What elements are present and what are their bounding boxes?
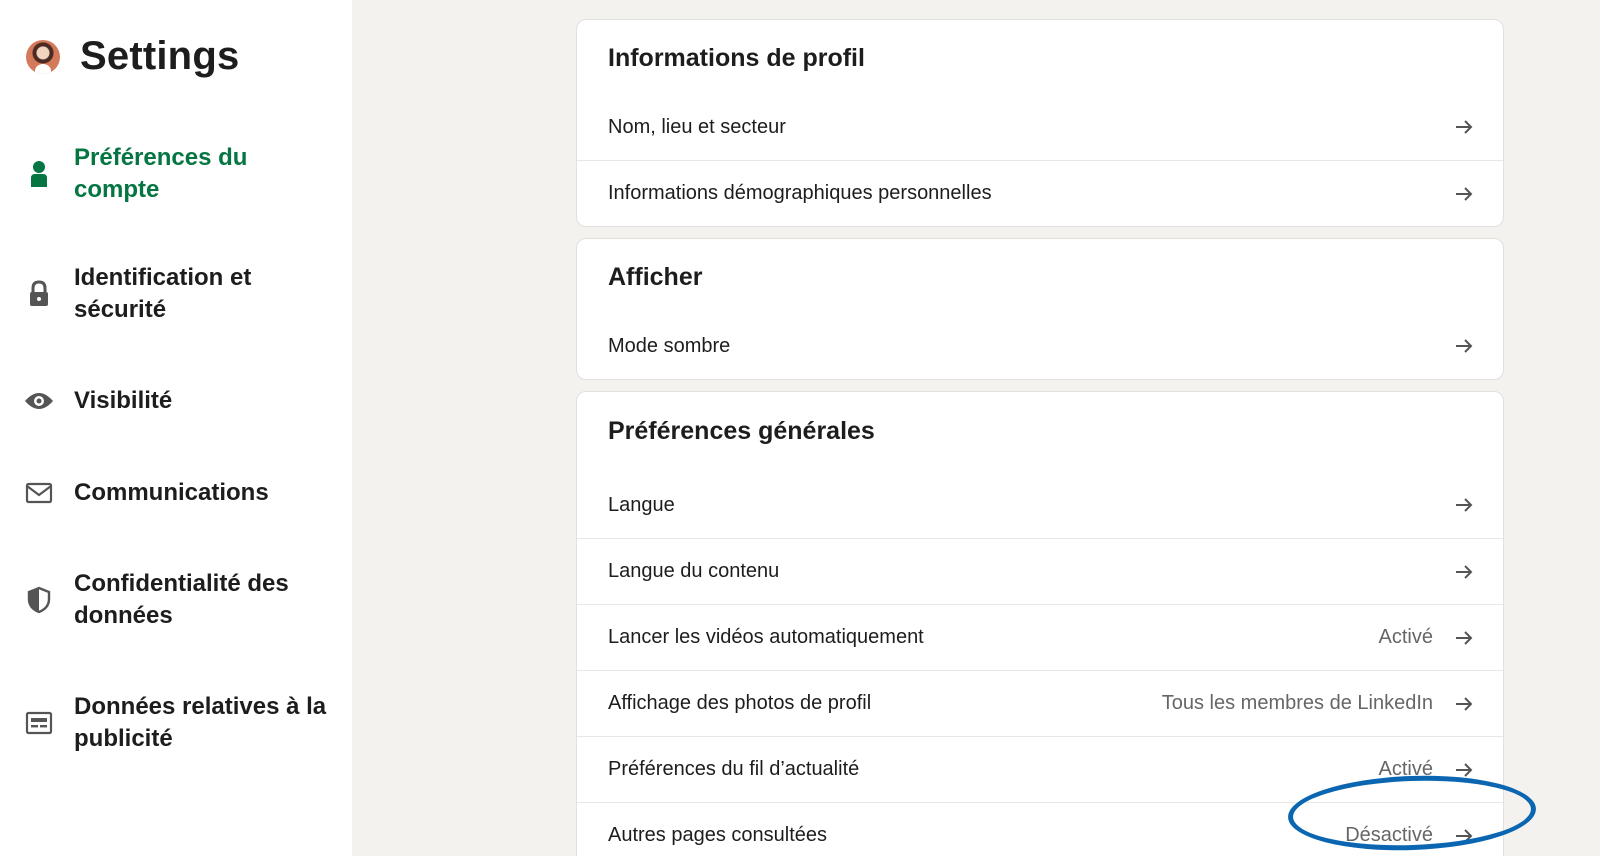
arrow-right-icon xyxy=(1456,498,1473,512)
settings-row-language[interactable]: Langue xyxy=(577,472,1503,538)
sidebar-item-sign-in-security[interactable]: Identification et sécurité xyxy=(24,262,334,326)
section-title: Préférences générales xyxy=(608,417,875,445)
page-title: Settings xyxy=(80,34,240,78)
arrow-right-icon xyxy=(1456,828,1473,843)
row-right: Activé xyxy=(1379,758,1473,781)
row-label: Affichage des photos de profil xyxy=(608,692,872,714)
sidebar-item-communications[interactable]: Communications xyxy=(24,477,334,509)
row-right xyxy=(1455,564,1473,580)
row-value: Désactivé xyxy=(1345,824,1433,846)
arrow-right-icon xyxy=(1456,564,1473,579)
row-right xyxy=(1455,338,1473,354)
row-label: Langue xyxy=(608,493,675,516)
row-label: Lancer les vidéos automatiquement xyxy=(608,626,924,648)
row-right: Tous les membres de LinkedIn xyxy=(1162,692,1473,715)
row-value: Activé xyxy=(1378,626,1433,648)
arrow-right-icon xyxy=(1456,630,1473,645)
row-label: Préférences du fil d’actualité xyxy=(608,758,860,780)
row-label: Langue du contenu xyxy=(608,560,780,582)
row-right xyxy=(1455,119,1473,135)
brand-header: Settings xyxy=(26,34,239,79)
arrow-right-icon xyxy=(1456,186,1473,201)
settings-sidebar: Settings Préférences du compte Identific… xyxy=(0,0,352,856)
sidebar-item-label: Confidentialité des données xyxy=(74,570,289,629)
general-preferences-card: Préférences générales Langue Langue du c… xyxy=(576,391,1504,856)
settings-row-dark-mode[interactable]: Mode sombre xyxy=(577,313,1503,379)
sidebar-item-label: Communications xyxy=(74,479,269,506)
settings-row-people-also-viewed[interactable]: Autres pages consultées Désactivé xyxy=(577,802,1503,856)
avatar[interactable] xyxy=(26,39,60,74)
row-label: Informations démographiques personnelles xyxy=(608,182,992,204)
lock-icon xyxy=(24,279,54,309)
arrow-right-icon xyxy=(1456,120,1473,134)
shield-icon xyxy=(24,585,54,615)
row-value: Activé xyxy=(1378,758,1433,780)
row-value: Tous les membres de LinkedIn xyxy=(1161,692,1433,714)
row-label: Autres pages consultées xyxy=(608,824,828,846)
arrow-right-icon xyxy=(1456,339,1473,353)
settings-row-feed-preferences[interactable]: Préférences du fil d’actualité Activé xyxy=(577,736,1503,802)
envelope-icon xyxy=(24,478,54,508)
sidebar-item-account-preferences[interactable]: Préférences du compte xyxy=(24,142,334,206)
settings-row-autoplay-videos[interactable]: Lancer les vidéos automatiquement Activé xyxy=(577,604,1503,670)
section-title: Afficher xyxy=(608,263,703,291)
profile-info-card: Informations de profil Nom, lieu et sect… xyxy=(576,19,1504,227)
display-card: Afficher Mode sombre xyxy=(576,238,1504,380)
sidebar-item-label: Identification et sécurité xyxy=(74,264,252,323)
row-right xyxy=(1455,186,1473,202)
person-icon xyxy=(24,159,54,189)
row-right xyxy=(1455,497,1473,513)
arrow-right-icon xyxy=(1456,762,1473,777)
row-label: Nom, lieu et secteur xyxy=(608,115,786,138)
newspaper-icon xyxy=(24,708,54,738)
sidebar-item-label: Visibilité xyxy=(74,387,173,414)
row-right: Activé xyxy=(1379,626,1473,649)
settings-row-profile-photo-visibility[interactable]: Affichage des photos de profil Tous les … xyxy=(577,670,1503,736)
settings-row-demographics[interactable]: Informations démographiques personnelles xyxy=(577,160,1503,226)
section-title: Informations de profil xyxy=(608,44,865,72)
sidebar-item-data-privacy[interactable]: Confidentialité des données xyxy=(24,568,334,632)
settings-row-content-language[interactable]: Langue du contenu xyxy=(577,538,1503,604)
eye-icon xyxy=(24,386,54,416)
settings-row-name-location-industry[interactable]: Nom, lieu et secteur xyxy=(577,94,1503,160)
sidebar-item-advertising-data[interactable]: Données relatives à la publicité xyxy=(24,691,334,755)
row-right: Désactivé xyxy=(1345,824,1473,847)
sidebar-item-label: Données relatives à la publicité xyxy=(74,693,327,752)
arrow-right-icon xyxy=(1456,696,1473,711)
row-label: Mode sombre xyxy=(608,334,731,357)
sidebar-item-label: Préférences du compte xyxy=(74,144,248,203)
sidebar-item-visibility[interactable]: Visibilité xyxy=(24,385,334,417)
